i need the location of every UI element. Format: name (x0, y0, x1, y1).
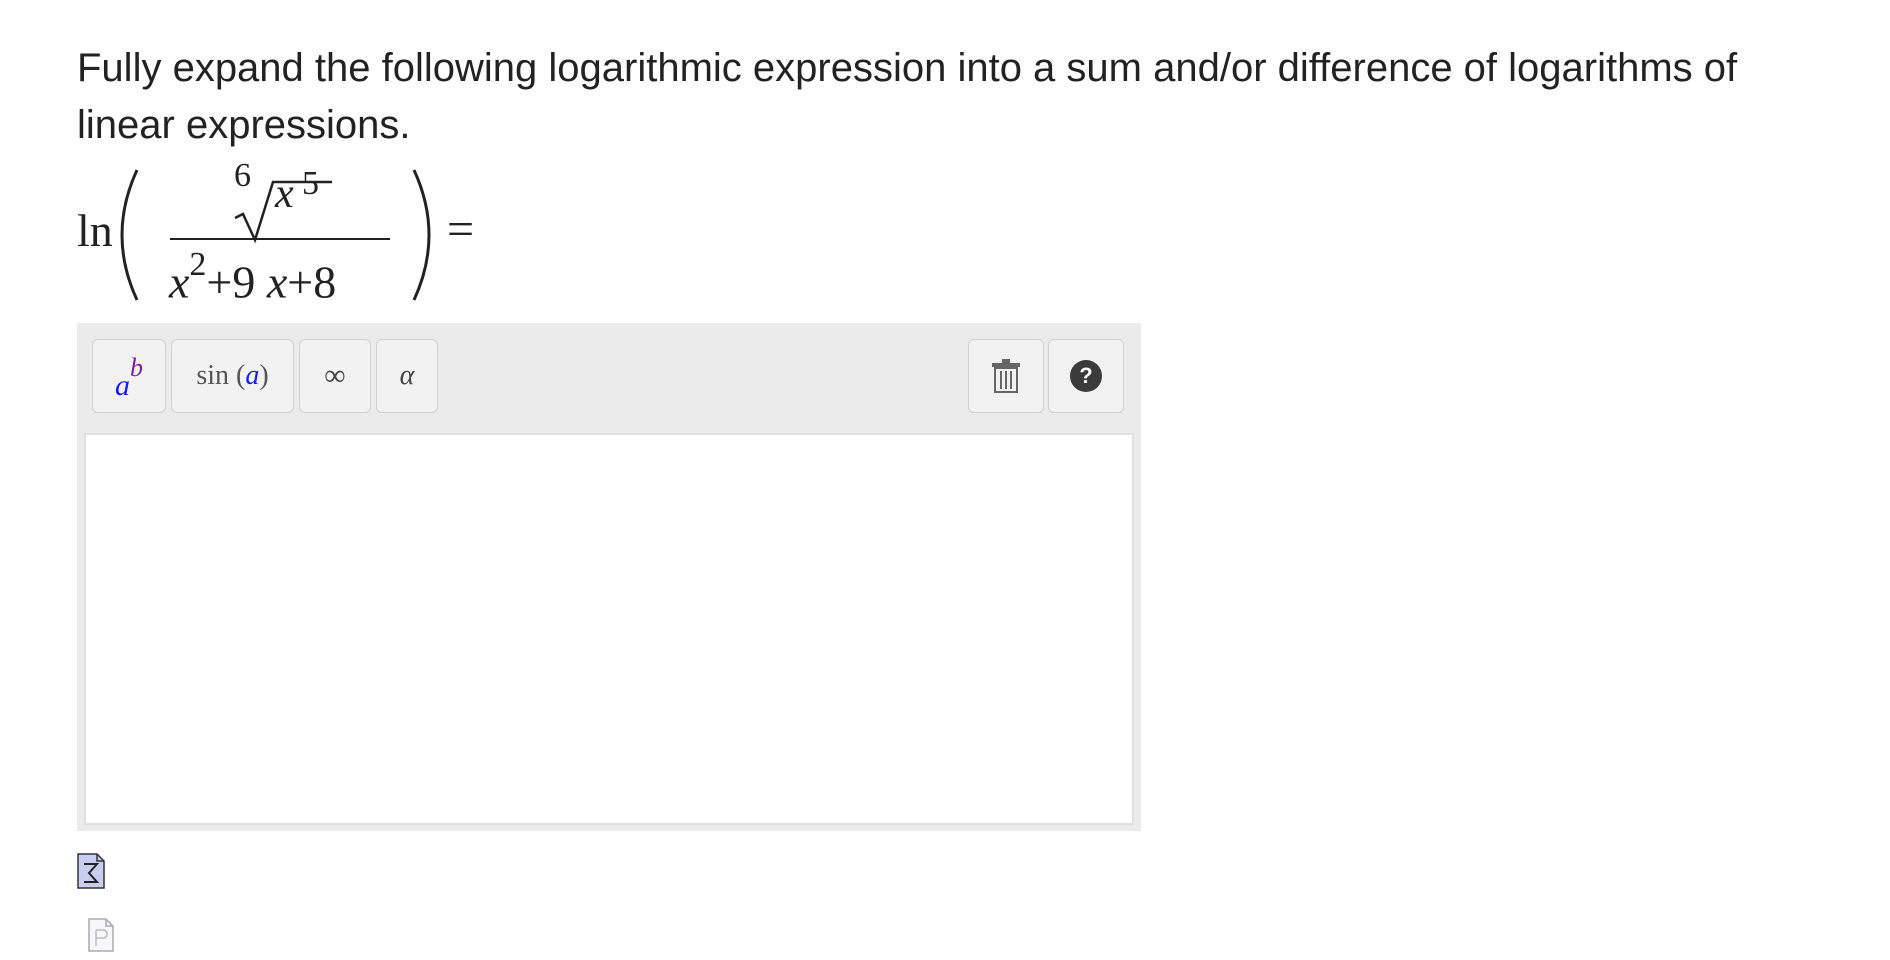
math-editor: ab sin (a) ∞ α ? (77, 323, 1141, 831)
plain-text-file-icon[interactable] (88, 918, 114, 952)
infinity-button[interactable]: ∞ (299, 339, 371, 413)
den-var1: x (169, 256, 190, 308)
den-var2: x (266, 256, 288, 308)
left-paren (120, 169, 139, 301)
help-icon: ? (1070, 360, 1102, 392)
power-button[interactable]: ab (92, 339, 166, 413)
math-expression: ln 6 x 5 x2+9 x+8 = (77, 157, 497, 310)
den-term3: +8 (287, 256, 337, 308)
power-exponent: b (130, 353, 143, 382)
power-base: a (115, 369, 130, 402)
radicand-exponent: 5 (302, 165, 319, 202)
equals-sign: = (447, 203, 475, 256)
answer-input[interactable] (84, 433, 1134, 825)
trash-icon (992, 359, 1020, 393)
greek-letters-button[interactable]: α (376, 339, 438, 413)
sigma-file-icon[interactable] (77, 853, 105, 889)
radicand-variable: x (275, 171, 294, 217)
den-exp1: 2 (189, 246, 207, 283)
sin-prefix: sin ( (196, 360, 246, 391)
clear-button[interactable] (968, 339, 1044, 413)
function-button[interactable]: sin (a) (171, 339, 294, 413)
denominator: x2+9 x+8 (169, 246, 337, 308)
help-button[interactable]: ? (1048, 339, 1124, 413)
editor-toolbar: ab sin (a) ∞ α ? (77, 323, 1141, 431)
root-index: 6 (234, 157, 251, 194)
den-term2: +9 (206, 256, 267, 308)
question-text: Fully expand the following logarithmic e… (77, 46, 1738, 147)
right-paren (412, 169, 431, 301)
infinity-label: ∞ (324, 359, 346, 392)
sin-suffix: ) (259, 360, 269, 391)
alpha-label: α (399, 360, 415, 391)
sin-arg: a (245, 360, 260, 391)
